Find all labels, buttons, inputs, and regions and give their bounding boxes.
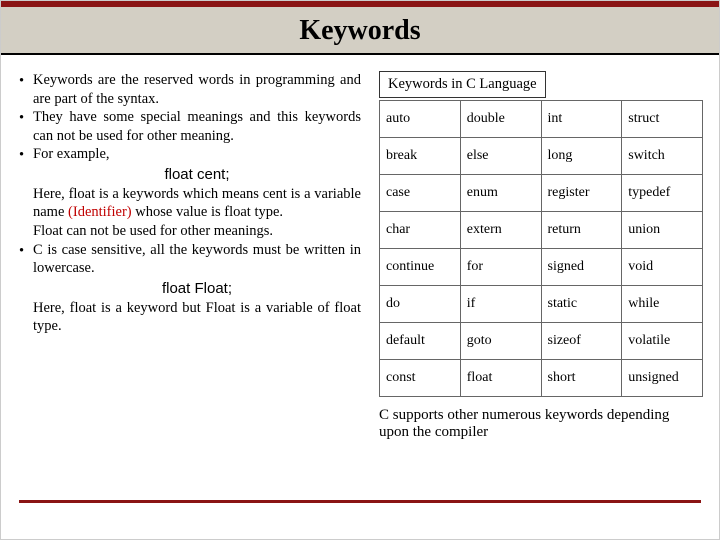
cell: goto	[460, 323, 541, 360]
cell: char	[380, 212, 461, 249]
cell: for	[460, 249, 541, 286]
table-row: const float short unsigned	[380, 360, 703, 397]
title-band: Keywords	[1, 1, 719, 55]
cell: volatile	[622, 323, 703, 360]
slide: Keywords Keywords are the reserved words…	[0, 0, 720, 540]
cell: signed	[541, 249, 622, 286]
bullet-3-cont-c: Float can not be used for other meanings…	[33, 222, 361, 241]
table-row: char extern return union	[380, 212, 703, 249]
table-row: auto double int struct	[380, 101, 703, 138]
table-row: break else long switch	[380, 138, 703, 175]
bullet-2: They have some special meanings and this…	[19, 108, 361, 145]
cell: default	[380, 323, 461, 360]
cell: const	[380, 360, 461, 397]
keywords-table: auto double int struct break else long s…	[379, 100, 703, 397]
cell: sizeof	[541, 323, 622, 360]
bullet-3: For example, float cent; Here, float is …	[19, 145, 361, 240]
cell: struct	[622, 101, 703, 138]
table-row: do if static while	[380, 286, 703, 323]
table-row: default goto sizeof volatile	[380, 323, 703, 360]
cell: double	[460, 101, 541, 138]
cell: while	[622, 286, 703, 323]
table-footnote: C supports other numerous keywords depen…	[379, 407, 703, 441]
bullet-3-cont-b: whose value is float type.	[132, 204, 283, 220]
cell: do	[380, 286, 461, 323]
bullet-1: Keywords are the reserved words in progr…	[19, 71, 361, 108]
bullet-4-cont: Here, float is a keyword but Float is a …	[33, 299, 361, 336]
cell: switch	[622, 138, 703, 175]
slide-title: Keywords	[299, 15, 420, 47]
cell: int	[541, 101, 622, 138]
cell: register	[541, 175, 622, 212]
code-example-2: float Float;	[33, 279, 361, 298]
cell: void	[622, 249, 703, 286]
right-column: Keywords in C Language auto double int s…	[379, 71, 703, 441]
cell: short	[541, 360, 622, 397]
cell: unsigned	[622, 360, 703, 397]
cell: float	[460, 360, 541, 397]
cell: union	[622, 212, 703, 249]
content-area: Keywords are the reserved words in progr…	[1, 55, 719, 445]
cell: typedef	[622, 175, 703, 212]
identifier-text: (Identifier)	[68, 204, 132, 220]
bullet-3-text: For example,	[33, 146, 110, 162]
table-row: case enum register typedef	[380, 175, 703, 212]
cell: break	[380, 138, 461, 175]
cell: continue	[380, 249, 461, 286]
cell: return	[541, 212, 622, 249]
cell: extern	[460, 212, 541, 249]
left-column: Keywords are the reserved words in progr…	[13, 71, 361, 441]
cell: if	[460, 286, 541, 323]
cell: enum	[460, 175, 541, 212]
table-title: Keywords in C Language	[379, 71, 546, 98]
cell: static	[541, 286, 622, 323]
table-row: continue for signed void	[380, 249, 703, 286]
bullet-4: C is case sensitive, all the keywords mu…	[19, 241, 361, 336]
bullet-4-text: C is case sensitive, all the keywords mu…	[33, 242, 361, 277]
cell: auto	[380, 101, 461, 138]
code-example-1: float cent;	[33, 165, 361, 184]
bullet-3-cont: Here, float is a keywords which means ce…	[33, 185, 361, 222]
cell: else	[460, 138, 541, 175]
cell: case	[380, 175, 461, 212]
cell: long	[541, 138, 622, 175]
bullet-list: Keywords are the reserved words in progr…	[19, 71, 361, 336]
bottom-rule	[19, 500, 701, 503]
